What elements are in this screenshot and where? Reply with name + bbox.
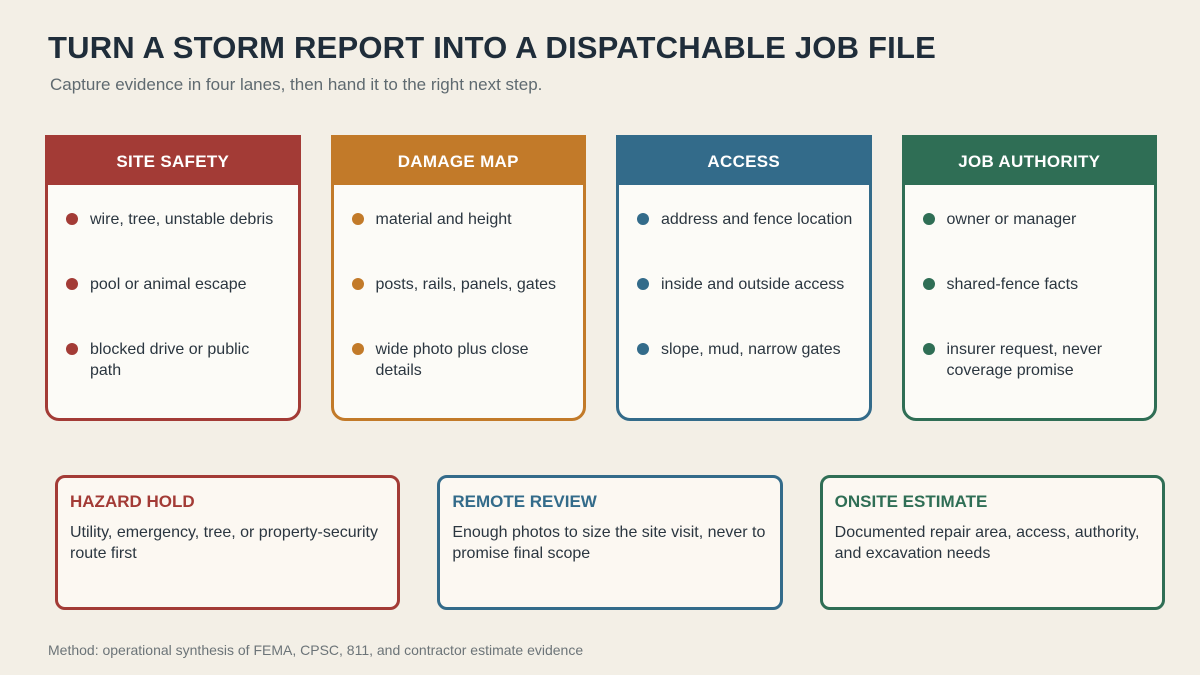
page-subtitle: Capture evidence in four lanes, then han… (50, 75, 543, 94)
lane-item-text: wide photo plus close details (375, 341, 529, 379)
lane-damage-map: DAMAGE MAP material and height posts, ra… (330, 135, 586, 421)
lane-job-authority: JOB AUTHORITY owner or manager shared-fe… (901, 135, 1157, 421)
lane-items: material and height posts, rails, panels… (334, 185, 584, 404)
lane-item-text: wire, tree, unstable debris (90, 211, 274, 228)
bullet-dot-icon (637, 343, 649, 355)
bullet-dot-icon (922, 343, 935, 355)
lane-item: pool or animal escape (64, 274, 282, 339)
lane-title: ACCESS (619, 138, 869, 185)
bullet-dot-icon (351, 213, 364, 225)
outcome-remote-review: REMOTE REVIEW Enough photos to size the … (437, 475, 783, 610)
bullet-dot-icon (66, 278, 78, 290)
lane-item: wire, tree, unstable debris (64, 209, 282, 274)
outcome-title: REMOTE REVIEW (452, 492, 597, 511)
lane-items: wire, tree, unstable debris pool or anim… (48, 185, 298, 404)
lane-item: material and height (350, 209, 568, 274)
lane-item-text: posts, rails, panels, gates (375, 276, 557, 293)
page: TURN A STORM REPORT INTO A DISPATCHABLE … (0, 0, 1200, 675)
lane-item: wide photo plus close details (350, 339, 568, 404)
lane-site-safety: SITE SAFETY wire, tree, unstable debris … (45, 135, 301, 421)
lane-item: slope, mud, narrow gates (635, 339, 853, 404)
bullet-dot-icon (351, 278, 364, 290)
lane-access: ACCESS address and fence location inside… (616, 135, 872, 421)
outcome-text: Enough photos to size the site visit, ne… (452, 524, 766, 562)
method-footnote: Method: operational synthesis of FEMA, C… (48, 642, 584, 658)
lane-item: inside and outside access (635, 274, 853, 339)
outcome-text: Utility, emergency, tree, or property-se… (70, 524, 378, 562)
lane-item-text: owner or manager (946, 211, 1077, 228)
lane-item-text: address and fence location (661, 211, 853, 228)
lane-item: posts, rails, panels, gates (350, 274, 568, 339)
bullet-dot-icon (351, 343, 364, 355)
next-step-outcomes: HAZARD HOLD Utility, emergency, tree, or… (55, 475, 1165, 610)
lane-item: blocked drive or public path (64, 339, 282, 404)
lane-title: JOB AUTHORITY (904, 138, 1154, 185)
lane-item: owner or manager (921, 209, 1139, 274)
lane-item-text: blocked drive or public path (90, 341, 250, 379)
evidence-lanes: SITE SAFETY wire, tree, unstable debris … (45, 135, 1157, 421)
bullet-dot-icon (922, 213, 935, 225)
lane-item: insurer request, never coverage promise (921, 339, 1139, 404)
lane-item-text: slope, mud, narrow gates (661, 341, 841, 358)
lane-item: address and fence location (635, 209, 853, 274)
lane-item-text: shared-fence facts (946, 276, 1079, 293)
bullet-dot-icon (66, 213, 78, 225)
page-title: TURN A STORM REPORT INTO A DISPATCHABLE … (48, 30, 936, 65)
lane-item-text: inside and outside access (661, 276, 845, 293)
outcome-onsite-estimate: ONSITE ESTIMATE Documented repair area, … (819, 475, 1165, 610)
lane-title: DAMAGE MAP (333, 138, 583, 185)
lane-item-text: insurer request, never coverage promise (946, 341, 1103, 379)
lane-items: address and fence location inside and ou… (619, 185, 869, 404)
lane-item-text: pool or animal escape (90, 276, 247, 293)
outcome-title: HAZARD HOLD (70, 492, 195, 511)
bullet-dot-icon (637, 213, 649, 225)
lane-title: SITE SAFETY (48, 138, 298, 185)
outcome-hazard-hold: HAZARD HOLD Utility, emergency, tree, or… (55, 475, 401, 610)
bullet-dot-icon (66, 343, 78, 355)
bullet-dot-icon (637, 278, 649, 290)
lane-items: owner or manager shared-fence facts insu… (905, 185, 1155, 404)
outcome-text: Documented repair area, access, authorit… (834, 524, 1140, 562)
lane-item-text: material and height (375, 211, 512, 228)
bullet-dot-icon (922, 278, 935, 290)
lane-item: shared-fence facts (921, 274, 1139, 339)
outcome-title: ONSITE ESTIMATE (834, 492, 988, 511)
